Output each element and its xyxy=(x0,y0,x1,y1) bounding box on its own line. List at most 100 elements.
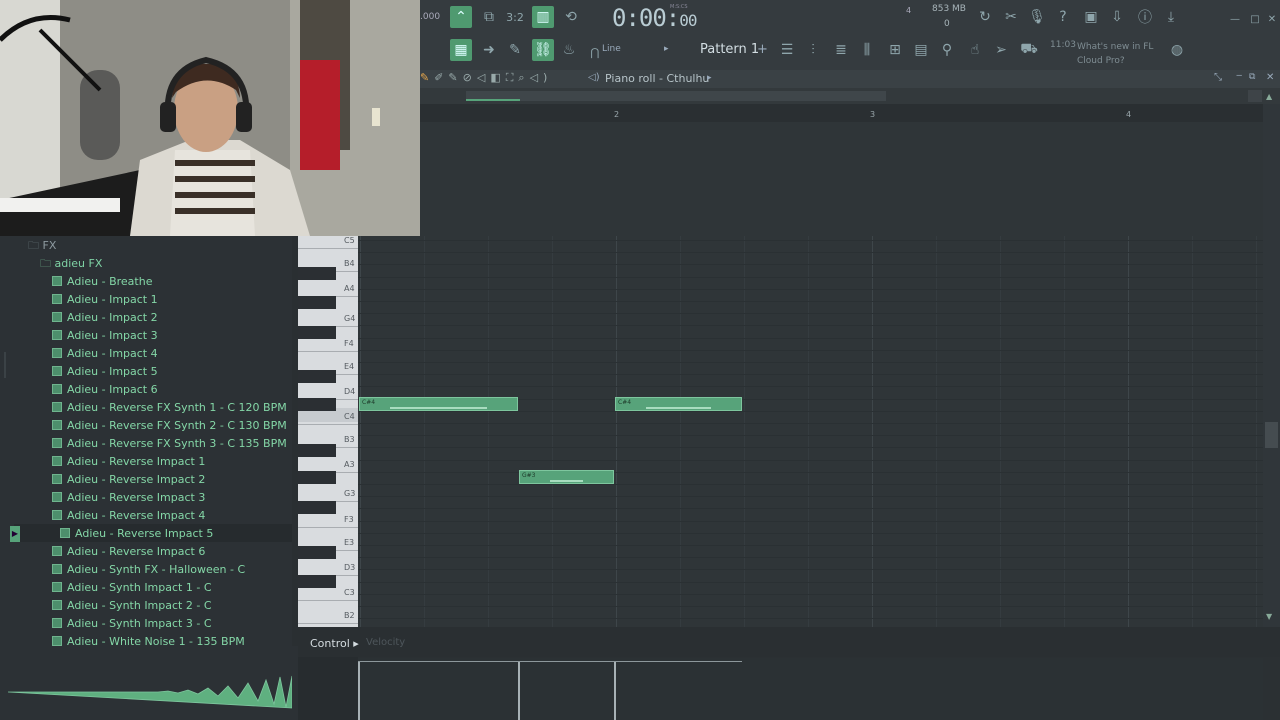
send-icon[interactable]: ➢ xyxy=(990,39,1012,61)
download-icon[interactable]: ⤓ xyxy=(1160,6,1182,28)
black-key[interactable] xyxy=(298,501,336,514)
plugin-icon[interactable]: ⊞ xyxy=(884,39,906,61)
title-menu-arrow-icon[interactable]: ▸ xyxy=(707,73,712,83)
black-key[interactable] xyxy=(298,370,336,383)
globe-icon[interactable]: ◍ xyxy=(1166,39,1188,61)
browser-item[interactable]: Adieu - Impact 4 xyxy=(52,344,158,362)
piano-roll-button[interactable]: ▦ xyxy=(450,39,472,61)
browser-item[interactable]: Adieu - Synth Impact 3 - C xyxy=(52,614,212,632)
mixer-icon[interactable]: ⫶ xyxy=(802,39,824,61)
velocity-lane[interactable] xyxy=(358,658,1263,720)
stamp-icon[interactable]: ♨ xyxy=(558,39,580,61)
browser-item[interactable]: Adieu - Synth FX - Halloween - C xyxy=(52,560,245,578)
browser-item[interactable]: Adieu - Impact 6 xyxy=(52,380,158,398)
velocity-bar[interactable] xyxy=(518,661,520,720)
news-ticker[interactable]: What's new in FL Cloud Pro? xyxy=(1077,40,1167,68)
step-edit-icon[interactable]: 3:2 xyxy=(504,6,526,28)
black-key[interactable] xyxy=(298,575,336,588)
black-key[interactable] xyxy=(298,471,336,484)
white-key[interactable] xyxy=(298,600,358,601)
black-key[interactable] xyxy=(298,546,336,559)
browser-item[interactable]: Adieu - Reverse FX Synth 2 - C 130 BPM xyxy=(52,416,287,434)
browser-item[interactable]: Adieu - Reverse FX Synth 1 - C 120 BPM xyxy=(52,398,287,416)
black-key[interactable] xyxy=(298,444,336,457)
note-grid-upper[interactable] xyxy=(418,122,1263,236)
browser-item[interactable]: Adieu - Impact 1 xyxy=(52,290,158,308)
tempo-display[interactable]: .000 xyxy=(420,12,440,22)
velocity-bar[interactable] xyxy=(614,661,616,720)
export-icon[interactable]: ⇩ xyxy=(1106,6,1128,28)
white-key[interactable] xyxy=(298,623,358,624)
undo-icon[interactable]: ↻ xyxy=(974,6,996,28)
white-key[interactable] xyxy=(298,424,358,425)
white-key[interactable] xyxy=(298,351,358,352)
metronome-icon[interactable]: ⌃ xyxy=(450,6,472,28)
arrow-icon[interactable]: ➜ xyxy=(478,39,500,61)
save-icon[interactable]: ▣ xyxy=(1080,6,1102,28)
browser-item[interactable]: Adieu - Reverse Impact 4 xyxy=(52,506,205,524)
add-pattern-button[interactable]: + xyxy=(757,42,768,57)
touch-icon[interactable]: ☝ xyxy=(964,39,986,61)
record-mode-icon[interactable]: ⧉ xyxy=(478,6,500,28)
browser-scrollbar[interactable] xyxy=(292,236,298,646)
loop-record-icon[interactable]: ⟲ xyxy=(560,6,582,28)
black-key[interactable] xyxy=(298,398,336,411)
plugin-picker-icon[interactable]: ⚲ xyxy=(936,39,958,61)
speaker-icon[interactable]: ◁) xyxy=(588,72,600,83)
play-pattern-icon[interactable]: ▸ xyxy=(664,44,669,54)
white-key[interactable] xyxy=(298,527,358,528)
microphone-icon[interactable]: 🎙 xyxy=(1026,6,1048,28)
info-icon[interactable]: ⓘ xyxy=(1134,6,1156,28)
vertical-scrollbar[interactable] xyxy=(1263,104,1280,627)
snap-mode-select[interactable]: Line xyxy=(602,44,656,58)
black-key[interactable] xyxy=(298,296,336,309)
browser-item[interactable]: Adieu - Breathe xyxy=(52,272,152,290)
browser-item[interactable]: Adieu - Reverse Impact 3 xyxy=(52,488,205,506)
piano-roll-icon[interactable]: ⫼ xyxy=(856,39,878,61)
black-key[interactable] xyxy=(298,267,336,280)
preview-play-icon[interactable]: ▶ xyxy=(10,526,20,542)
pr-minimize-icon[interactable]: ‒ xyxy=(1236,70,1242,81)
browser-item[interactable]: Adieu - Reverse Impact 2 xyxy=(52,470,205,488)
minimize-icon[interactable]: — xyxy=(1224,8,1246,30)
note[interactable]: G#3 xyxy=(519,470,614,484)
browser-item[interactable]: Adieu - Impact 2 xyxy=(52,308,158,326)
note[interactable]: C#4 xyxy=(359,397,518,411)
vertical-scroll-thumb[interactable] xyxy=(1265,422,1278,448)
horizontal-scrollbar[interactable] xyxy=(466,91,886,101)
black-key[interactable] xyxy=(298,326,336,339)
close-icon[interactable]: ✕ xyxy=(1264,8,1280,30)
note[interactable]: C#4 xyxy=(615,397,742,411)
browser-item[interactable]: Adieu - White Noise 1 - 135 BPM xyxy=(52,632,245,650)
link-icon[interactable]: ⛓ xyxy=(532,39,554,61)
zoom-handle[interactable] xyxy=(1248,90,1262,102)
browser-item[interactable]: Adieu - Reverse FX Synth 3 - C 135 BPM xyxy=(52,434,287,452)
pencil-icon[interactable]: ✎ xyxy=(504,39,526,61)
cut-icon[interactable]: ✂ xyxy=(1000,6,1022,28)
scroll-down-icon[interactable]: ▼ xyxy=(1266,612,1272,621)
browser-item[interactable]: Adieu - Synth Impact 1 - C xyxy=(52,578,212,596)
typing-keyboard-icon[interactable]: ▥ xyxy=(532,6,554,28)
velocity-bar[interactable] xyxy=(358,661,360,720)
piano-keyboard[interactable]: C5 B4 A4 G4 F4 E4 D4 C4 B3 A3 G3 F3 E3 D3 C3 B2 xyxy=(298,236,358,627)
timeline-ruler[interactable] xyxy=(418,104,1263,122)
scroll-up-icon[interactable]: ▲ xyxy=(1266,92,1272,101)
control-label[interactable]: Control ▸ xyxy=(310,637,359,650)
folder-fx[interactable]: 🗀 FX xyxy=(28,237,56,256)
cart-icon[interactable]: ⛟ xyxy=(1018,39,1040,61)
browser-item[interactable]: Adieu - Reverse Impact 6 xyxy=(52,542,205,560)
maximize-icon[interactable]: □ xyxy=(1244,8,1266,30)
pattern-selector[interactable]: Pattern 1 xyxy=(700,42,759,57)
channel-rack-icon[interactable]: ≣ xyxy=(830,39,852,61)
white-key[interactable] xyxy=(298,248,358,249)
pr-maximize-icon[interactable]: ⧉ xyxy=(1249,72,1255,82)
browser-item[interactable]: Adieu - Synth Impact 2 - C xyxy=(52,596,212,614)
pr-close-icon[interactable]: ✕ xyxy=(1266,72,1274,83)
browser-item[interactable]: Adieu - Impact 3 xyxy=(52,326,158,344)
browser-item[interactable]: Adieu - Reverse Impact 1 xyxy=(52,452,205,470)
detach-icon[interactable]: ⤡ xyxy=(1214,72,1222,83)
browser-item[interactable]: Adieu - Reverse Impact 5 xyxy=(60,524,213,542)
waveform-preview[interactable] xyxy=(8,674,292,710)
browser-item[interactable]: Adieu - Impact 5 xyxy=(52,362,158,380)
playlist-icon[interactable]: ☰ xyxy=(776,39,798,61)
